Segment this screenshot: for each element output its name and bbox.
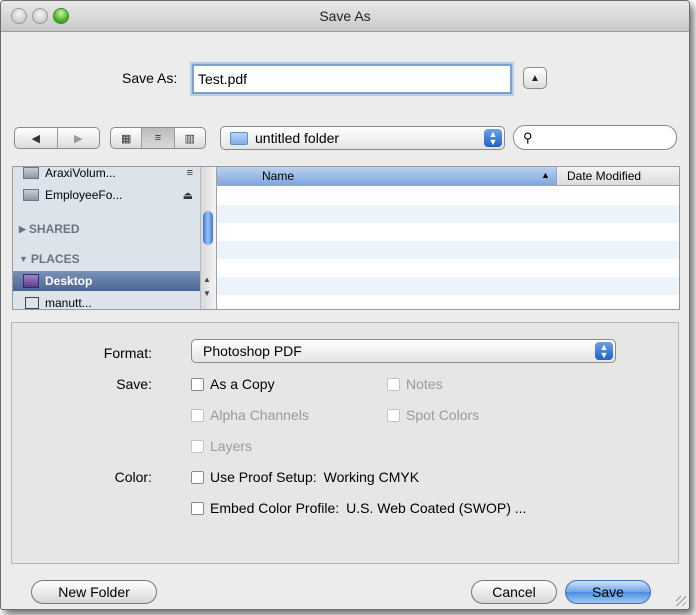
eject-icon[interactable]: ⏏ (183, 189, 193, 202)
sidebar-section-shared[interactable]: ▶ SHARED (13, 219, 203, 239)
checkbox-label: Layers (210, 438, 253, 454)
scrollbar-thumb[interactable] (203, 211, 213, 245)
drive-icon (23, 167, 39, 179)
list-row-empty (217, 277, 679, 295)
new-folder-button[interactable]: New Folder (31, 580, 157, 604)
column-view-icon: ▥ (184, 132, 196, 145)
column-header-name[interactable]: Name ▲ (217, 167, 557, 185)
checkbox-label: Spot Colors (406, 407, 480, 423)
checkbox-label: As a Copy (210, 376, 275, 392)
search-input[interactable] (536, 129, 676, 146)
format-label: Format: (103, 345, 152, 361)
color-profile-value: U.S. Web Coated (SWOP) ... (346, 500, 527, 516)
sidebar-section-label: PLACES (30, 252, 80, 266)
checkbox-box (191, 408, 204, 422)
checkbox-label: Notes (406, 376, 443, 392)
sidebar-section-places[interactable]: ▼ PLACES (13, 249, 203, 269)
checkbox-box (387, 377, 400, 391)
back-button[interactable]: ◀ (15, 128, 58, 148)
color-options-label: Color: (114, 469, 152, 485)
location-popup[interactable]: untitled folder ▲ ▼ (220, 126, 505, 150)
view-mode-control: ▦ ≡ ▥ (110, 127, 206, 149)
sidebar-item-desktop[interactable]: Desktop (13, 271, 200, 291)
sidebar-item-device[interactable]: AraxiVolum... ≡ (13, 167, 203, 183)
scroll-down-arrow-icon[interactable]: ▼ (203, 289, 211, 298)
triangle-up-icon: ▲ (530, 72, 540, 84)
column-view-button[interactable]: ▥ (175, 128, 205, 148)
expand-dialog-button[interactable]: ▲ (523, 67, 547, 89)
sidebar-item-label: Desktop (45, 274, 93, 288)
back-icon: ◀ (31, 132, 40, 145)
forward-button[interactable]: ▶ (58, 128, 100, 148)
sidebar-item-device[interactable]: EmployeeFo... ⏏ (13, 185, 203, 205)
save-as-label: Save As: (122, 70, 178, 86)
as-a-copy-checkbox[interactable]: As a Copy (191, 376, 275, 392)
sidebar-item-label: AraxiVolum... (45, 167, 116, 180)
save-as-dialog: Save As Save As: ▲ ◀ ▶ ▦ ≡ ▥ untitled fo… (0, 0, 690, 610)
sidebar-section-label: SHARED (28, 222, 80, 236)
file-list: Name ▲ Date Modified (217, 167, 679, 309)
layers-checkbox: Layers (191, 438, 252, 454)
checkbox-box[interactable] (191, 470, 204, 484)
filename-field[interactable] (192, 64, 512, 94)
filename-input[interactable] (194, 66, 510, 92)
column-header-date-modified[interactable]: Date Modified (567, 169, 641, 183)
notes-checkbox: Notes (387, 376, 443, 392)
list-row-empty (217, 205, 679, 223)
embed-color-profile-checkbox[interactable]: Embed Color Profile: U.S. Web Coated (SW… (191, 500, 526, 516)
alpha-channels-checkbox: Alpha Channels (191, 407, 309, 423)
sidebar: AraxiVolum... ≡ EmployeeFo... ⏏ ▶ SHARED… (13, 167, 217, 309)
icon-view-icon: ▦ (120, 132, 132, 145)
cancel-button[interactable]: Cancel (471, 580, 557, 604)
forward-icon: ▶ (74, 132, 83, 145)
sort-ascending-icon: ▲ (541, 170, 550, 180)
eject-icon[interactable]: ≡ (187, 167, 193, 179)
back-forward-control: ◀ ▶ (14, 127, 100, 149)
popup-arrows-icon: ▲ ▼ (595, 342, 613, 360)
format-value: Photoshop PDF (203, 343, 302, 359)
proof-setup-value: Working CMYK (323, 469, 420, 485)
use-proof-setup-checkbox[interactable]: Use Proof Setup: Working CMYK (191, 469, 419, 485)
location-label: untitled folder (255, 130, 340, 146)
sidebar-item-home[interactable]: manutt... (13, 293, 203, 309)
format-popup[interactable]: Photoshop PDF ▲ ▼ (191, 339, 616, 363)
format-options-panel: Format: Photoshop PDF ▲ ▼ Save: As a Copy… (11, 322, 679, 564)
list-view-icon: ≡ (154, 132, 162, 144)
desktop-icon (23, 274, 39, 288)
popup-arrows-icon: ▲ ▼ (484, 129, 502, 147)
drive-icon (23, 189, 39, 201)
home-icon (25, 297, 39, 309)
checkbox-label: Embed Color Profile: (210, 500, 340, 516)
column-header-row: Name ▲ Date Modified (217, 167, 679, 186)
title-bar: Save As (1, 1, 689, 32)
save-button[interactable]: Save (565, 580, 651, 604)
sidebar-item-label: manutt... (45, 296, 92, 309)
list-view-button[interactable]: ≡ (142, 128, 175, 148)
checkbox-box[interactable] (191, 377, 204, 391)
disclosure-right-icon: ▶ (19, 223, 26, 234)
folder-icon (230, 131, 248, 145)
checkbox-label: Alpha Channels (210, 407, 309, 423)
search-field[interactable]: ⚲ (513, 125, 677, 150)
checkbox-box (387, 408, 400, 422)
scroll-up-arrow-icon[interactable]: ▲ (203, 275, 211, 284)
window-title: Save As (319, 8, 371, 24)
column-header-label: Name (262, 169, 295, 183)
checkbox-label: Use Proof Setup: (210, 469, 317, 485)
magnifier-icon: ⚲ (523, 129, 533, 145)
spot-colors-checkbox: Spot Colors (387, 407, 479, 423)
list-row-empty (217, 241, 679, 259)
checkbox-box[interactable] (191, 501, 204, 515)
sidebar-scrollbar[interactable]: ▲ ▼ (200, 167, 216, 309)
save-options-label: Save: (116, 376, 152, 392)
resize-grip-icon[interactable] (676, 596, 686, 606)
checkbox-box (191, 439, 204, 453)
sidebar-item-label: EmployeeFo... (45, 188, 123, 202)
disclosure-down-icon: ▼ (19, 254, 28, 264)
file-browser: AraxiVolum... ≡ EmployeeFo... ⏏ ▶ SHARED… (12, 166, 680, 310)
icon-view-button[interactable]: ▦ (111, 128, 143, 148)
